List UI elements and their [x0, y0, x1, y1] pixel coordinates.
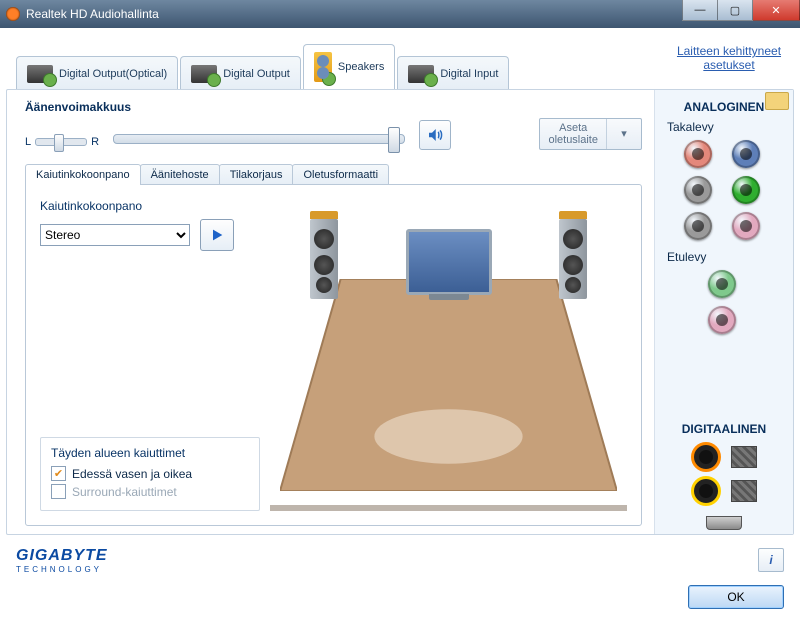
front-jack-1[interactable] [708, 306, 736, 334]
surround-label: Surround-kaiuttimet [72, 485, 177, 499]
checkbox-icon: ✔ [51, 484, 66, 499]
balance-left-label: L [25, 136, 31, 148]
device-icon [191, 65, 217, 83]
set-default-label: Asetaoletuslaite [540, 122, 606, 146]
speakers-icon [314, 52, 332, 82]
balance-control[interactable]: L R [25, 136, 99, 148]
digital-connector-1[interactable] [731, 480, 757, 502]
info-button[interactable]: i [758, 548, 784, 572]
tab-speakers[interactable]: Speakers [303, 44, 395, 90]
room-scene [270, 199, 627, 511]
full-range-title: Täyden alueen kaiuttimet [51, 446, 249, 460]
device-tabs: Digital Output(Optical) Digital Output S… [6, 34, 664, 90]
ok-button[interactable]: OK [688, 585, 784, 609]
rear-jack-5[interactable] [732, 212, 760, 240]
analog-title: ANALOGINEN [684, 100, 765, 114]
tv-icon [406, 229, 492, 295]
titlebar: Realtek HD Audiohallinta — ▢ ✕ [0, 0, 800, 28]
checkbox-icon: ✔ [51, 466, 66, 481]
tab-label: Digital Output [223, 68, 290, 80]
rear-jack-3[interactable] [732, 176, 760, 204]
tab-digital-output[interactable]: Digital Output [180, 56, 301, 90]
digital-title: DIGITAALINEN [682, 422, 766, 436]
close-button[interactable]: ✕ [753, 0, 800, 21]
tab-label: Speakers [338, 61, 384, 73]
full-range-group: Täyden alueen kaiuttimet ✔ Edessä vasen … [40, 437, 260, 511]
play-icon [209, 227, 225, 243]
left-speaker-icon[interactable] [310, 219, 338, 299]
tab-label: Digital Output(Optical) [59, 68, 167, 80]
set-default-device-button[interactable]: Asetaoletuslaite ▾ [539, 118, 642, 150]
digital-jack-0[interactable] [691, 442, 721, 472]
chevron-down-icon[interactable]: ▾ [606, 119, 641, 149]
test-play-button[interactable] [200, 219, 234, 251]
rear-jack-4[interactable] [684, 212, 712, 240]
volume-title: Äänenvoimakkuus [25, 100, 642, 114]
volume-slider[interactable] [113, 134, 405, 144]
device-icon [27, 65, 53, 83]
subtab-sound-effect[interactable]: Äänitehoste [140, 164, 220, 185]
minimize-button[interactable]: — [682, 0, 718, 21]
front-lr-label: Edessä vasen ja oikea [72, 467, 192, 481]
front-panel-label: Etulevy [667, 250, 706, 264]
folder-icon[interactable] [765, 92, 789, 110]
front-lr-checkbox[interactable]: ✔ Edessä vasen ja oikea [51, 466, 249, 481]
connector-panel: ANALOGINEN Takalevy Etulevy DIGITAALINEN [654, 90, 793, 534]
front-jack-0[interactable] [708, 270, 736, 298]
digital-jack-1[interactable] [691, 476, 721, 506]
digital-connector-0[interactable] [731, 446, 757, 468]
window-title: Realtek HD Audiohallinta [26, 7, 159, 21]
tab-digital-output-optical[interactable]: Digital Output(Optical) [16, 56, 178, 90]
speaker-config-panel: Kaiutinkokoonpano Stereo Täyden alueen k… [25, 184, 642, 526]
advanced-settings-link-area: Laitteen kehittyneet asetukset [664, 34, 794, 90]
speaker-icon [426, 126, 444, 144]
maximize-button[interactable]: ▢ [718, 0, 753, 21]
subtab-default-format[interactable]: Oletusformaatti [292, 164, 389, 185]
speaker-config-label: Kaiutinkokoonpano [40, 199, 260, 213]
hdmi-connector-icon[interactable] [706, 516, 742, 530]
rear-jack-2[interactable] [684, 176, 712, 204]
surround-checkbox: ✔ Surround-kaiuttimet [51, 484, 249, 499]
rear-panel-label: Takalevy [667, 120, 714, 134]
rear-jack-0[interactable] [684, 140, 712, 168]
tab-digital-input[interactable]: Digital Input [397, 56, 509, 90]
balance-slider[interactable] [35, 138, 87, 146]
right-speaker-icon[interactable] [559, 219, 587, 299]
mute-button[interactable] [419, 120, 451, 150]
rear-jack-1[interactable] [732, 140, 760, 168]
speaker-config-select[interactable]: Stereo [40, 224, 190, 246]
tab-label: Digital Input [440, 68, 498, 80]
device-icon [408, 65, 434, 83]
subtab-room-correction[interactable]: Tilakorjaus [219, 164, 294, 185]
advanced-settings-link[interactable]: Laitteen kehittyneet asetukset [664, 44, 794, 72]
brand-logo: GIGABYTE TECHNOLOGY [16, 547, 108, 574]
balance-right-label: R [91, 136, 99, 148]
app-icon [6, 7, 20, 21]
subtab-speaker-config[interactable]: Kaiutinkokoonpano [25, 164, 141, 185]
